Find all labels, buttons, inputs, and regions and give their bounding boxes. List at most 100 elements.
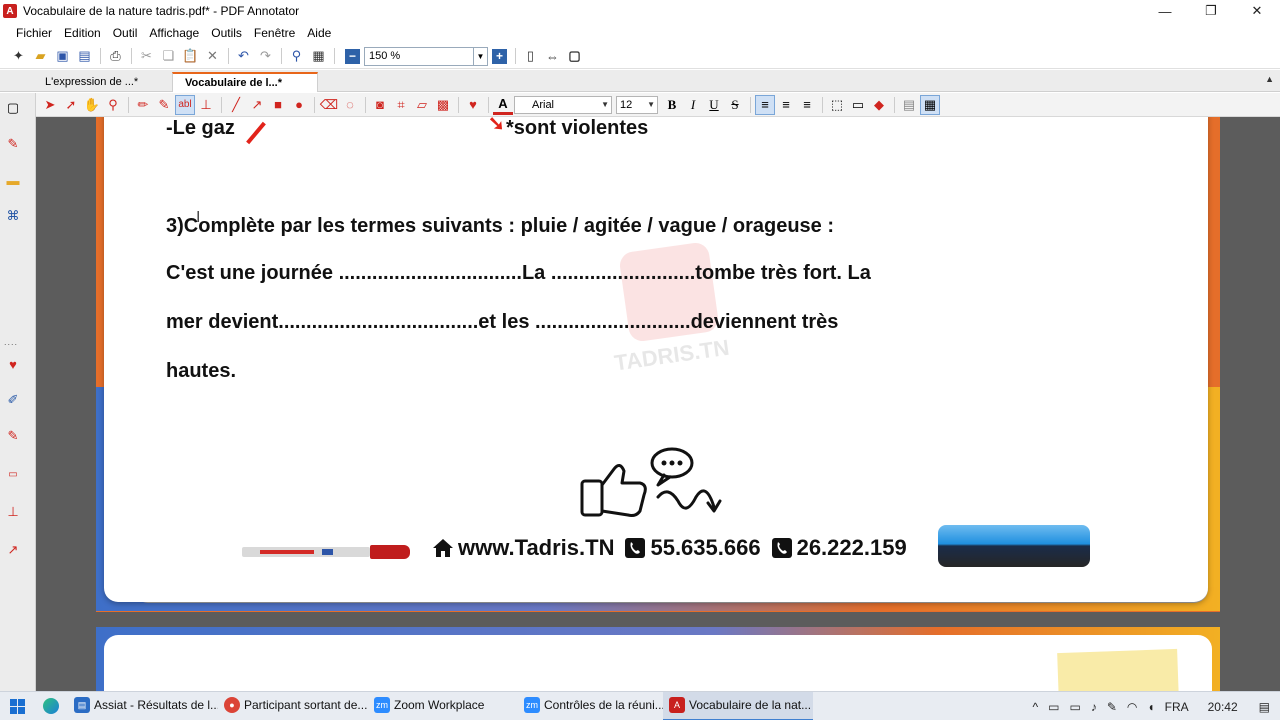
save-all-icon[interactable]: ▤ — [74, 46, 95, 67]
restore-button[interactable]: ❐ — [1188, 0, 1234, 22]
eraser-tool-icon[interactable]: ⌫ — [319, 95, 339, 115]
save-icon[interactable]: ▣ — [52, 46, 73, 67]
zoom-in-icon[interactable]: + — [492, 48, 507, 64]
volume-icon[interactable]: ◖ — [1147, 700, 1154, 714]
pdf-page[interactable]: TADRIS.TN -Le gaz ➘ *sont violentes 3)Co… — [104, 117, 1208, 602]
delete-icon[interactable]: ✕ — [202, 46, 223, 67]
taskbar-item-assiat[interactable]: ▤ Assiat - Résultats de l... — [68, 692, 218, 720]
undo-icon[interactable]: ↶ — [233, 46, 254, 67]
border-style-icon[interactable]: ⬚ — [827, 95, 847, 115]
properties-icon[interactable]: ▤ — [899, 95, 919, 115]
marker-icon[interactable]: ✎ — [154, 95, 174, 115]
notifications-icon[interactable]: ▤ — [1259, 700, 1270, 714]
wifi-icon[interactable]: ◠ — [1127, 700, 1137, 714]
font-size-select[interactable]: 12 ▼ — [616, 95, 658, 114]
redo-icon[interactable]: ↷ — [255, 46, 276, 67]
menu-outil[interactable]: Outil — [107, 26, 144, 40]
select-text-icon[interactable]: ➚ — [61, 95, 81, 115]
ruler-tool-icon[interactable]: ▱ — [412, 95, 432, 115]
text-tool-icon[interactable]: abl — [175, 94, 195, 115]
tab-vocabulaire[interactable]: Vocabulaire de l...* — [172, 72, 318, 92]
align-center-icon[interactable]: ≡ — [776, 95, 796, 115]
lasso-tool-icon[interactable]: ◌ — [340, 95, 360, 115]
document-viewer[interactable]: TADRIS.TN -Le gaz ➘ *sont violentes 3)Co… — [36, 117, 1280, 691]
rectangle-tool-icon[interactable]: ■ — [268, 95, 288, 115]
fit-width-icon[interactable]: ⇔ — [542, 46, 563, 67]
edge-browser-icon[interactable] — [34, 692, 68, 720]
ellipse-tool-icon[interactable]: ● — [289, 95, 309, 115]
page-view-icon[interactable]: ▢ — [4, 99, 22, 117]
bold-button[interactable]: B — [662, 95, 682, 115]
start-button[interactable] — [0, 692, 34, 720]
meet-now-icon[interactable]: ▭ — [1048, 700, 1059, 714]
font-name-select[interactable]: Arial ▼ — [514, 95, 612, 114]
pen-workspace-icon[interactable]: ✎ — [1107, 700, 1117, 714]
menu-outils[interactable]: Outils — [205, 26, 248, 40]
italic-button[interactable]: I — [683, 95, 703, 115]
tab-list-icon[interactable]: ▲ — [1265, 74, 1274, 84]
new-document-icon[interactable]: ✦ — [8, 46, 29, 67]
underline-button[interactable]: U — [704, 95, 724, 115]
clock-time[interactable]: 20:42 — [1208, 700, 1238, 714]
full-screen-icon[interactable]: ▢ — [564, 46, 585, 67]
pen-tool-icon[interactable]: ✎ — [4, 135, 22, 153]
chrome-icon: ● — [224, 697, 240, 713]
strikethrough-button[interactable]: S — [725, 95, 745, 115]
open-folder-icon[interactable]: ▰ — [30, 46, 51, 67]
microphone-icon[interactable]: ♪ — [1091, 700, 1097, 714]
menu-affichage[interactable]: Affichage — [143, 26, 205, 40]
fill-color-icon[interactable]: ◆ — [869, 95, 889, 115]
hand-pan-icon[interactable]: ✋ — [82, 95, 102, 115]
paste-icon[interactable]: 📋 — [180, 46, 201, 67]
minimize-button[interactable]: — — [1142, 0, 1188, 22]
taskbar-item-zoom[interactable]: zm Zoom Workplace — [368, 692, 518, 720]
tab-expression[interactable]: L'expression de ...* — [33, 72, 168, 92]
camera-snapshot-icon[interactable]: ◙ — [370, 95, 390, 115]
favorites-heart-icon[interactable]: ♥ — [4, 355, 22, 373]
highlight-mode-icon[interactable]: ▦ — [920, 94, 940, 115]
zoom-tool-icon[interactable]: ⚲ — [103, 95, 123, 115]
cut-icon[interactable]: ✂ — [136, 46, 157, 67]
annotation-arrow-icon: ➘ — [488, 117, 505, 135]
highlighter-icon[interactable]: ✐ — [4, 391, 22, 409]
zoom-out-icon[interactable]: − — [345, 48, 360, 64]
find-binoculars-icon[interactable]: ⚲ — [286, 46, 307, 67]
next-pdf-page[interactable] — [104, 635, 1212, 691]
align-left-icon[interactable]: ≡ — [755, 94, 775, 115]
network-drive-icon[interactable]: ▭ — [1069, 700, 1080, 714]
crop-tool-icon[interactable]: ⌗ — [391, 95, 411, 115]
fit-page-icon[interactable]: ▯ — [520, 46, 541, 67]
taskbar-item-zoom-controls[interactable]: zm Contrôles de la réuni... — [518, 692, 663, 720]
zoom-dropdown-icon[interactable]: ▼ — [474, 46, 488, 66]
arrow-tool-icon[interactable]: ↗ — [4, 541, 22, 559]
line-style-icon[interactable]: ▭ — [848, 95, 868, 115]
print-icon[interactable]: ⎙ — [105, 46, 126, 67]
menu-edition[interactable]: Edition — [58, 26, 107, 40]
page-layout-icon[interactable]: ▦ — [308, 46, 329, 67]
toolbar-separator — [131, 48, 132, 64]
select-pointer-icon[interactable]: ➤ — [40, 95, 60, 115]
taskbar-item-chrome[interactable]: ● Participant sortant de... — [218, 692, 368, 720]
arrow-line-icon[interactable]: ↗ — [247, 95, 267, 115]
copy-icon[interactable]: ❏ — [158, 46, 179, 67]
tray-overflow-icon[interactable]: ^ — [1033, 700, 1039, 714]
insert-image-icon[interactable]: ▩ — [433, 95, 453, 115]
favorites-icon[interactable]: ♥ — [463, 95, 483, 115]
input-language[interactable]: FRA — [1165, 700, 1189, 714]
menu-fichier[interactable]: Fichier — [10, 26, 58, 40]
taskbar-item-pdf-annotator[interactable]: A Vocabulaire de la nat... — [663, 691, 813, 720]
text-color-icon[interactable]: A — [493, 95, 513, 115]
zoom-input[interactable] — [364, 46, 474, 66]
pen-icon[interactable]: ✏ — [133, 95, 153, 115]
attachment-icon[interactable]: ⌘ — [4, 207, 22, 225]
close-button[interactable]: ✕ — [1234, 0, 1280, 22]
note-icon[interactable]: ▬ — [4, 171, 22, 189]
menu-fenetre[interactable]: Fenêtre — [248, 26, 301, 40]
menu-aide[interactable]: Aide — [301, 26, 337, 40]
line-tool-icon[interactable]: ╱ — [226, 95, 246, 115]
text-box-icon[interactable]: ▭ — [4, 465, 22, 483]
align-right-icon[interactable]: ≡ — [797, 95, 817, 115]
stamp-tool-icon[interactable]: ⊥ — [196, 95, 216, 115]
marker-pen-icon[interactable]: ✎ — [4, 427, 22, 445]
stamp-icon[interactable]: ⊥ — [4, 503, 22, 521]
